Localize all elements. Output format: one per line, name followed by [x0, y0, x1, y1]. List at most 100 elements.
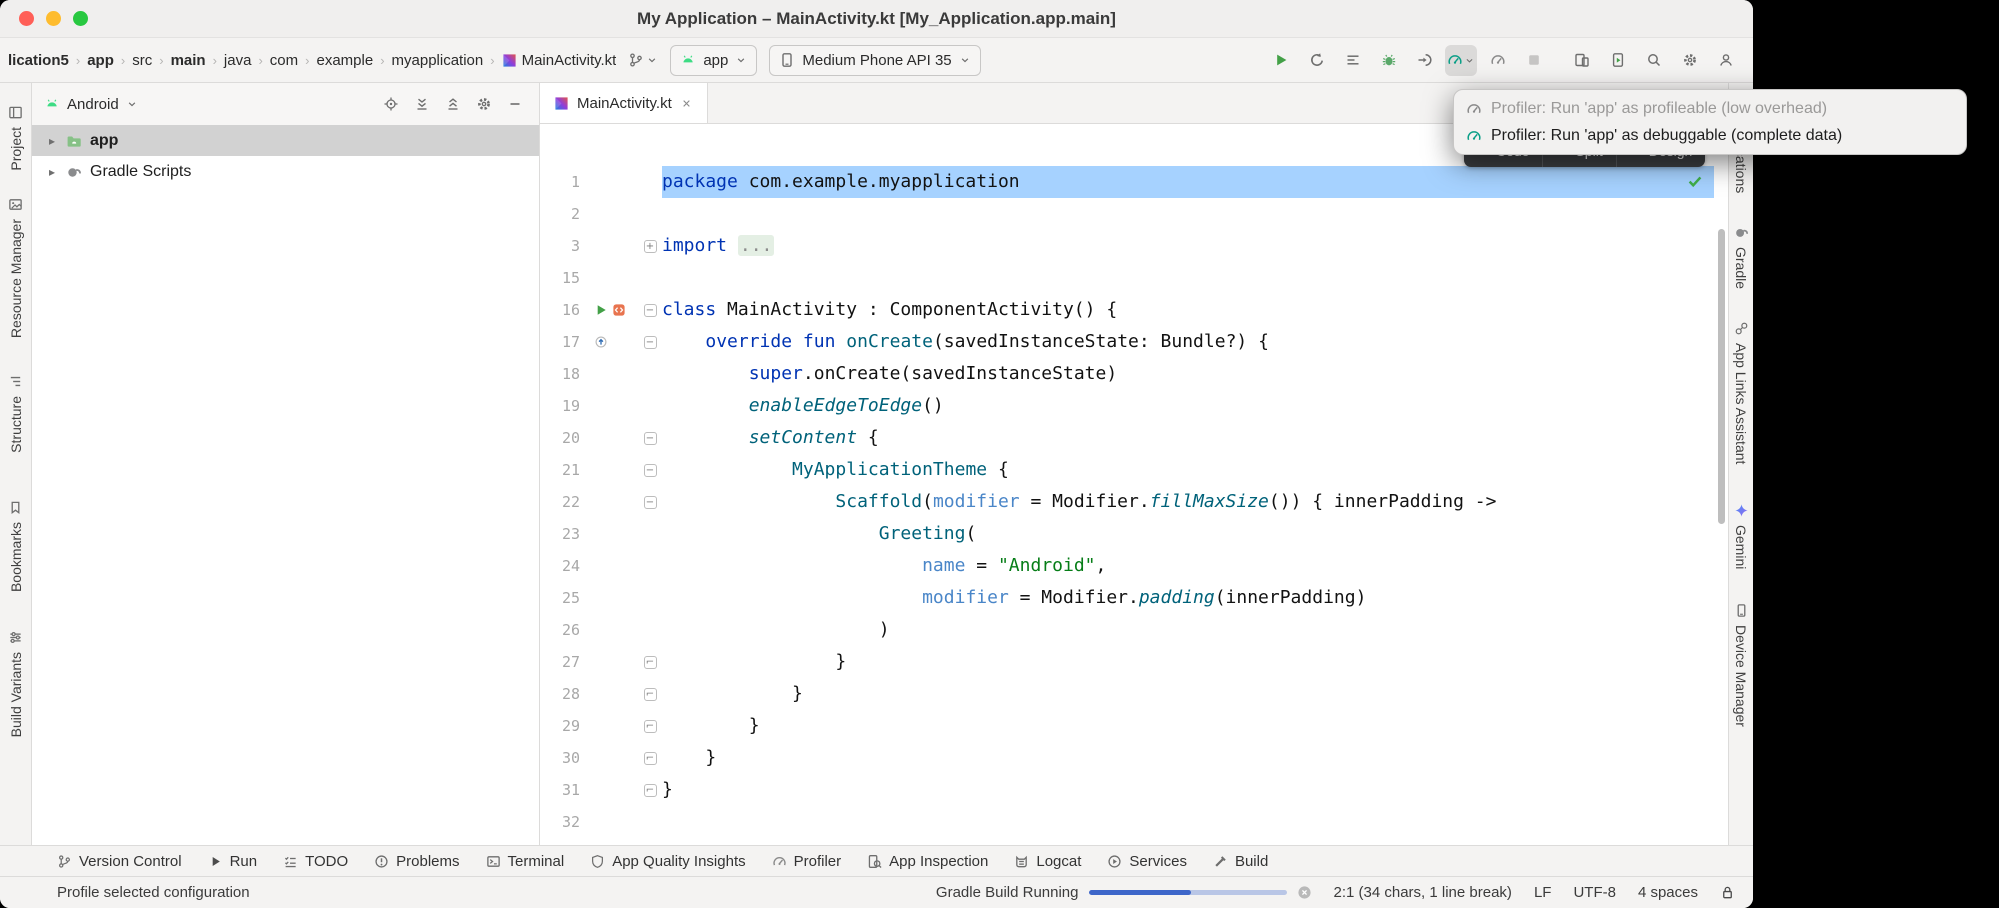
run-button[interactable]	[1265, 45, 1296, 76]
editor-scrollbar[interactable]	[1718, 229, 1725, 524]
settings-button[interactable]	[1674, 45, 1705, 76]
indent-setting[interactable]: 4 spaces	[1638, 884, 1698, 901]
panel-settings-icon[interactable]	[476, 96, 492, 112]
running-devices-button[interactable]	[1602, 45, 1633, 76]
code-text[interactable]: }	[662, 678, 1714, 710]
profiler-low-overhead-button[interactable]	[1482, 45, 1513, 76]
fold-marker[interactable]: −	[644, 432, 657, 445]
code-text[interactable]: package com.example.myapplication	[662, 166, 1714, 198]
breadcrumb-item[interactable]: java	[224, 52, 252, 69]
fold-marker[interactable]: +	[644, 240, 657, 253]
tool-stripe-button-build-variants[interactable]: Build Variants	[8, 630, 24, 737]
build-menu-button[interactable]	[1337, 45, 1368, 76]
code-text[interactable]: MyApplicationTheme {	[662, 454, 1714, 486]
profiler-popup-item[interactable]: Profiler: Run 'app' as debuggable (compl…	[1454, 122, 1966, 149]
tool-stripe-button-structure[interactable]: Structure	[8, 374, 24, 453]
fold-marker[interactable]: ⌐	[644, 752, 657, 765]
tool-stripe-button-project[interactable]: Project	[8, 105, 24, 171]
fold-marker[interactable]: −	[644, 496, 657, 509]
project-view-selector[interactable]: Android	[67, 96, 119, 113]
fold-marker[interactable]: ⌐	[644, 720, 657, 733]
code-text[interactable]: class MainActivity : ComponentActivity()…	[662, 294, 1714, 326]
code-text[interactable]: import ...	[662, 230, 1714, 262]
search-everywhere-button[interactable]	[1638, 45, 1669, 76]
fold-marker[interactable]: ⌐	[644, 688, 657, 701]
collapse-all-icon[interactable]	[445, 96, 461, 112]
breadcrumb-item[interactable]: com	[270, 52, 298, 69]
breadcrumb-item[interactable]: myapplication	[392, 52, 484, 69]
toolwindow-button-services[interactable]: Services	[1107, 853, 1187, 870]
device-select[interactable]: Medium Phone API 35	[769, 45, 980, 76]
code-text[interactable]: }	[662, 646, 1714, 678]
cancel-progress-button[interactable]	[1297, 885, 1312, 900]
run-config-select[interactable]: app	[670, 45, 757, 76]
code-text[interactable]: )	[662, 614, 1714, 646]
tool-stripe-button-device-manager[interactable]: Device Manager	[1733, 603, 1749, 727]
code-text[interactable]: modifier = Modifier.padding(innerPadding…	[662, 582, 1714, 614]
code-text[interactable]: Scaffold(modifier = Modifier.fillMaxSize…	[662, 486, 1714, 518]
tool-stripe-button-gradle[interactable]: Gradle	[1733, 225, 1749, 289]
profile-avatar[interactable]	[1710, 45, 1741, 76]
toolwindow-button-terminal[interactable]: Terminal	[486, 853, 565, 870]
tool-stripe-button-bookmarks[interactable]: Bookmarks	[8, 500, 24, 592]
breadcrumb-item[interactable]: src	[132, 52, 152, 69]
breadcrumb-item[interactable]: main	[171, 52, 206, 69]
toolwindow-button-build[interactable]: Build	[1213, 853, 1268, 870]
expand-chevron-icon[interactable]: ▸	[46, 134, 58, 148]
breadcrumb-item[interactable]: lication5	[8, 52, 69, 69]
caret-position[interactable]: 2:1 (34 chars, 1 line break)	[1334, 884, 1512, 901]
toolwindow-button-problems[interactable]: Problems	[374, 853, 459, 870]
fold-marker[interactable]: −	[644, 304, 657, 317]
code-text[interactable]: name = "Android",	[662, 550, 1714, 582]
tool-stripe-button-gemini[interactable]: Gemini	[1733, 503, 1749, 569]
breadcrumb-item[interactable]: example	[316, 52, 373, 69]
minimize-window-button[interactable]	[46, 11, 61, 26]
code-text[interactable]: }	[662, 710, 1714, 742]
toolwindow-button-run[interactable]: Run	[208, 853, 258, 870]
close-window-button[interactable]	[19, 11, 34, 26]
code-text[interactable]: override fun onCreate(savedInstanceState…	[662, 326, 1714, 358]
code-text[interactable]: Greeting(	[662, 518, 1714, 550]
toolwindow-button-profiler[interactable]: Profiler	[772, 853, 842, 870]
code-text[interactable]: }	[662, 742, 1714, 774]
fold-marker[interactable]: −	[644, 336, 657, 349]
fold-marker[interactable]: ⌐	[644, 656, 657, 669]
expand-all-icon[interactable]	[414, 96, 430, 112]
fold-marker[interactable]: ⌐	[644, 784, 657, 797]
hide-panel-icon[interactable]	[507, 96, 523, 112]
run-gutter-icon[interactable]	[594, 303, 608, 317]
toolwindow-button-app-quality-insights[interactable]: App Quality Insights	[590, 853, 745, 870]
encoding[interactable]: UTF-8	[1573, 884, 1616, 901]
lock-icon[interactable]	[1720, 885, 1735, 900]
override-gutter-icon[interactable]	[594, 335, 608, 349]
toolwindow-button-todo[interactable]: TODO	[283, 853, 348, 870]
tree-item-app[interactable]: ▸app	[32, 125, 539, 156]
compose-gutter-icon[interactable]	[612, 303, 626, 317]
toolwindow-button-version-control[interactable]: Version Control	[57, 853, 182, 870]
profiler-button[interactable]	[1445, 45, 1477, 76]
toolwindow-button-app-inspection[interactable]: App Inspection	[867, 853, 988, 870]
code-text[interactable]: super.onCreate(savedInstanceState)	[662, 358, 1714, 390]
tool-stripe-button-app-links-assistant[interactable]: App Links Assistant	[1733, 321, 1749, 464]
expand-chevron-icon[interactable]: ▸	[46, 165, 58, 179]
tree-item-gradle-scripts[interactable]: ▸Gradle Scripts	[32, 156, 539, 187]
rerun-button[interactable]	[1301, 45, 1332, 76]
vcs-widget[interactable]	[628, 52, 658, 68]
breadcrumb-item[interactable]: app	[87, 52, 114, 69]
attach-debugger-button[interactable]	[1409, 45, 1440, 76]
device-manager-button[interactable]	[1566, 45, 1597, 76]
debug-button[interactable]	[1373, 45, 1404, 76]
tab-mainactivity[interactable]: MainActivity.kt	[540, 83, 708, 123]
stop-button[interactable]	[1518, 45, 1549, 76]
code-text[interactable]: }	[662, 774, 1714, 806]
profiler-popup-item[interactable]: Profiler: Run 'app' as profileable (low …	[1454, 95, 1966, 122]
locate-selection-icon[interactable]	[383, 96, 399, 112]
editor-body[interactable]: 1package com.example.myapplication23+imp…	[540, 124, 1728, 845]
code-text[interactable]: setContent {	[662, 422, 1714, 454]
tool-stripe-button-resource-manager[interactable]: Resource Manager	[8, 197, 24, 338]
zoom-window-button[interactable]	[73, 11, 88, 26]
line-separator[interactable]: LF	[1534, 884, 1552, 901]
breadcrumb-item[interactable]: MainActivity.kt	[502, 52, 617, 69]
code-text[interactable]: enableEdgeToEdge()	[662, 390, 1714, 422]
fold-marker[interactable]: −	[644, 464, 657, 477]
